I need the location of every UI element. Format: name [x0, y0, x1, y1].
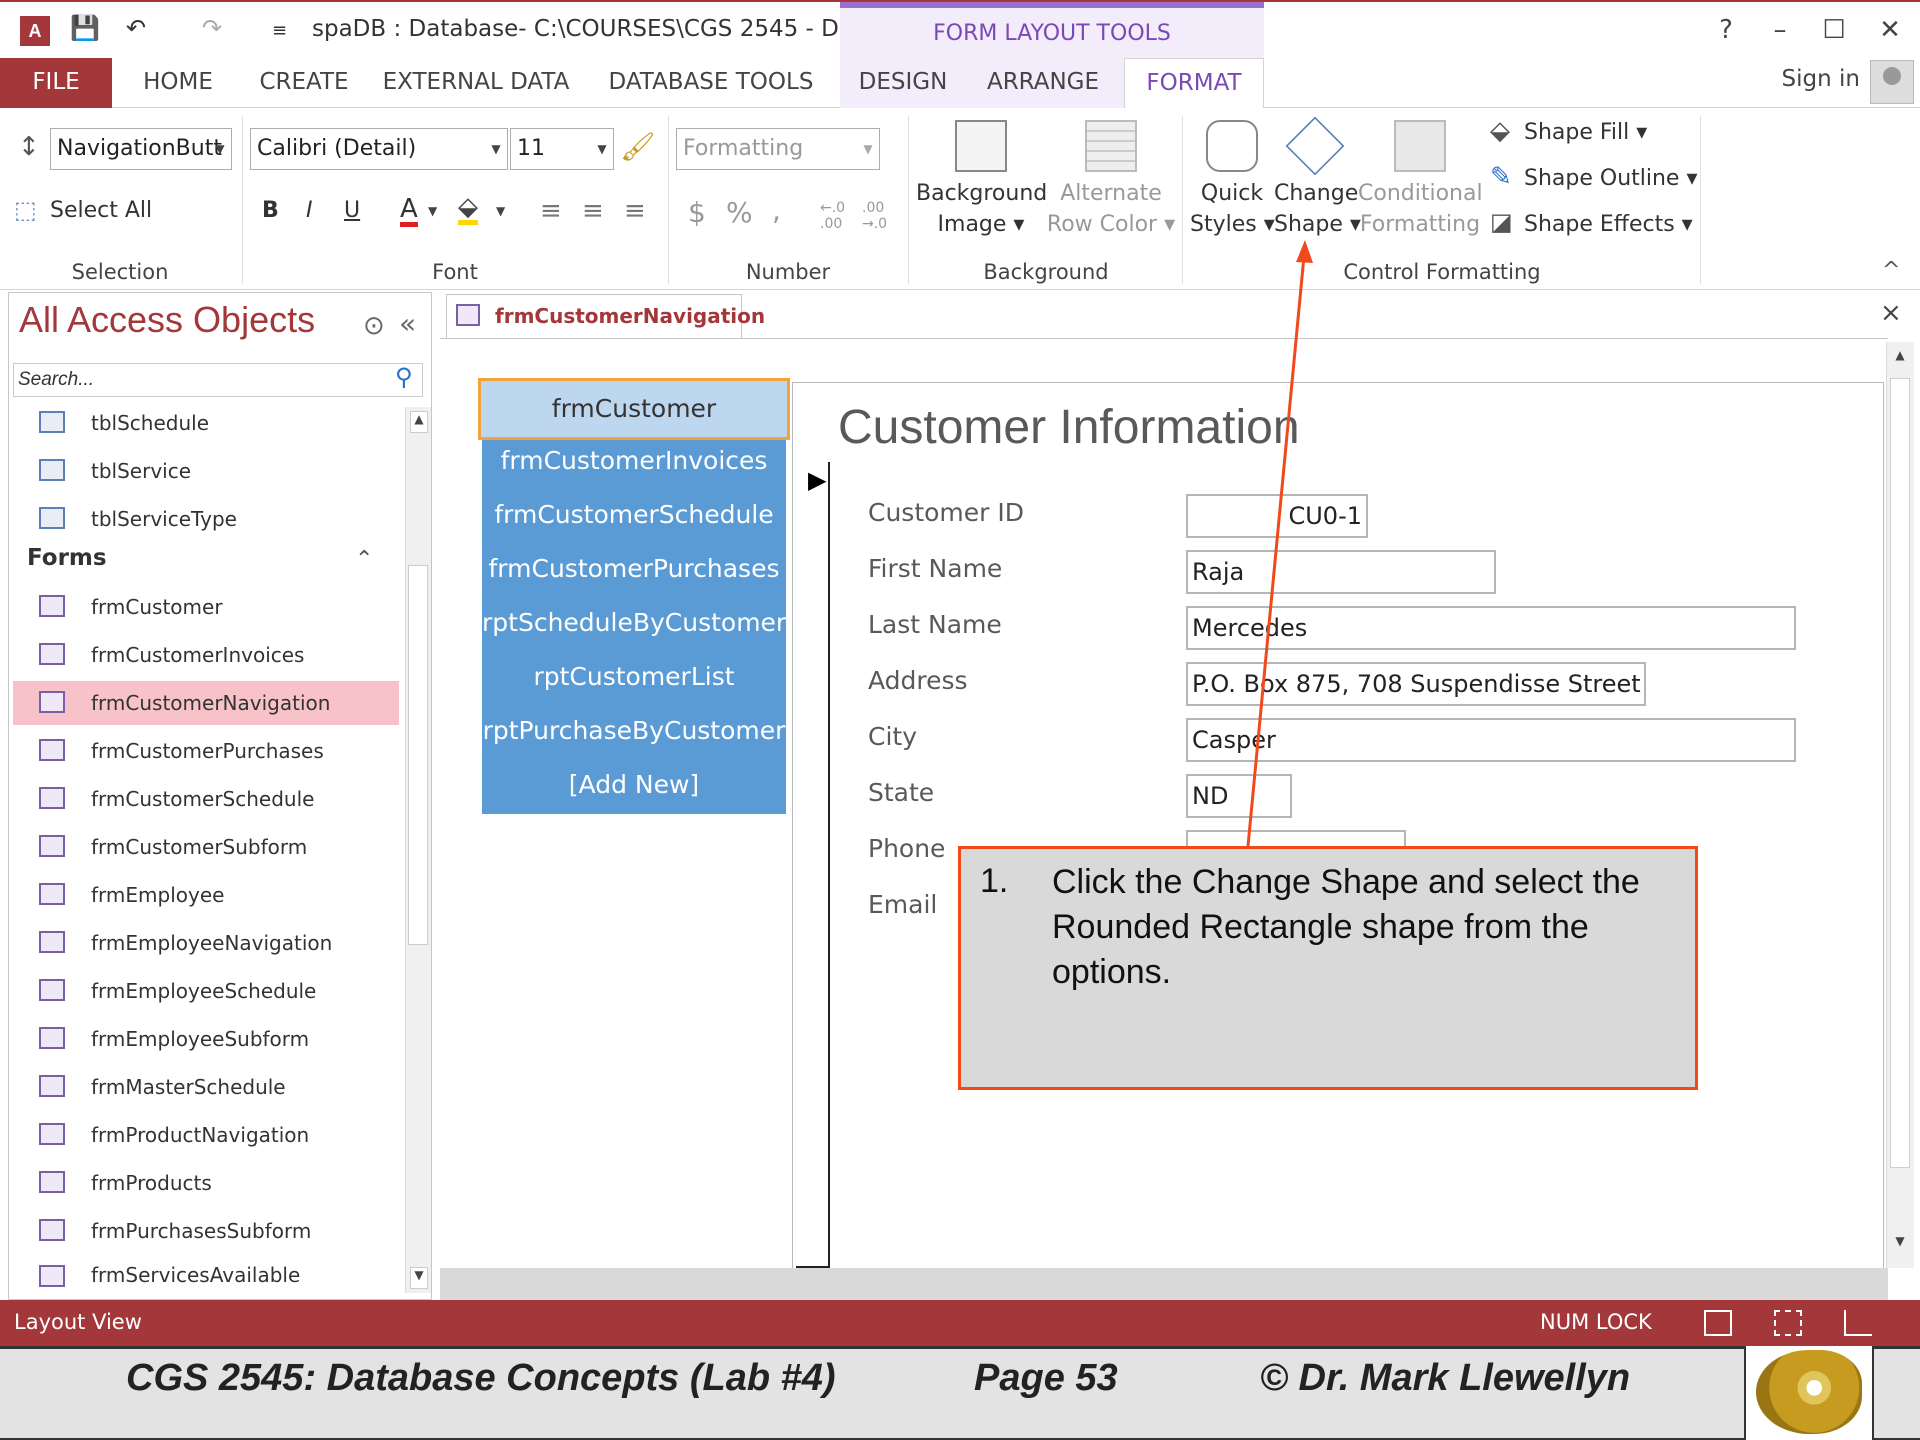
- design-view-icon[interactable]: [1844, 1310, 1872, 1336]
- footer-course: CGS 2545: Database Concepts (Lab #4): [126, 1357, 836, 1399]
- access-window: A 💾 ↶ ↷ ≡ spaDB : Database- C:\COURSES\C…: [0, 0, 1920, 1440]
- form-view-icon[interactable]: [1704, 1310, 1732, 1336]
- num-lock-indicator: NUM LOCK: [1540, 1310, 1652, 1334]
- ucf-pegasus-logo: [1756, 1350, 1862, 1434]
- arrow-head: [1296, 240, 1313, 263]
- callout-arrow: [1246, 240, 1313, 847]
- footer-page: Page 53: [974, 1357, 1118, 1399]
- footer-author: © Dr. Mark Llewellyn: [1260, 1357, 1631, 1399]
- view-mode-label: Layout View: [14, 1310, 142, 1334]
- slide-footer: CGS 2545: Database Concepts (Lab #4) Pag…: [0, 1346, 1920, 1440]
- status-bar: Layout View NUM LOCK: [0, 1300, 1920, 1346]
- layout-view-icon[interactable]: [1774, 1310, 1802, 1336]
- arrow-line: [1246, 255, 1306, 847]
